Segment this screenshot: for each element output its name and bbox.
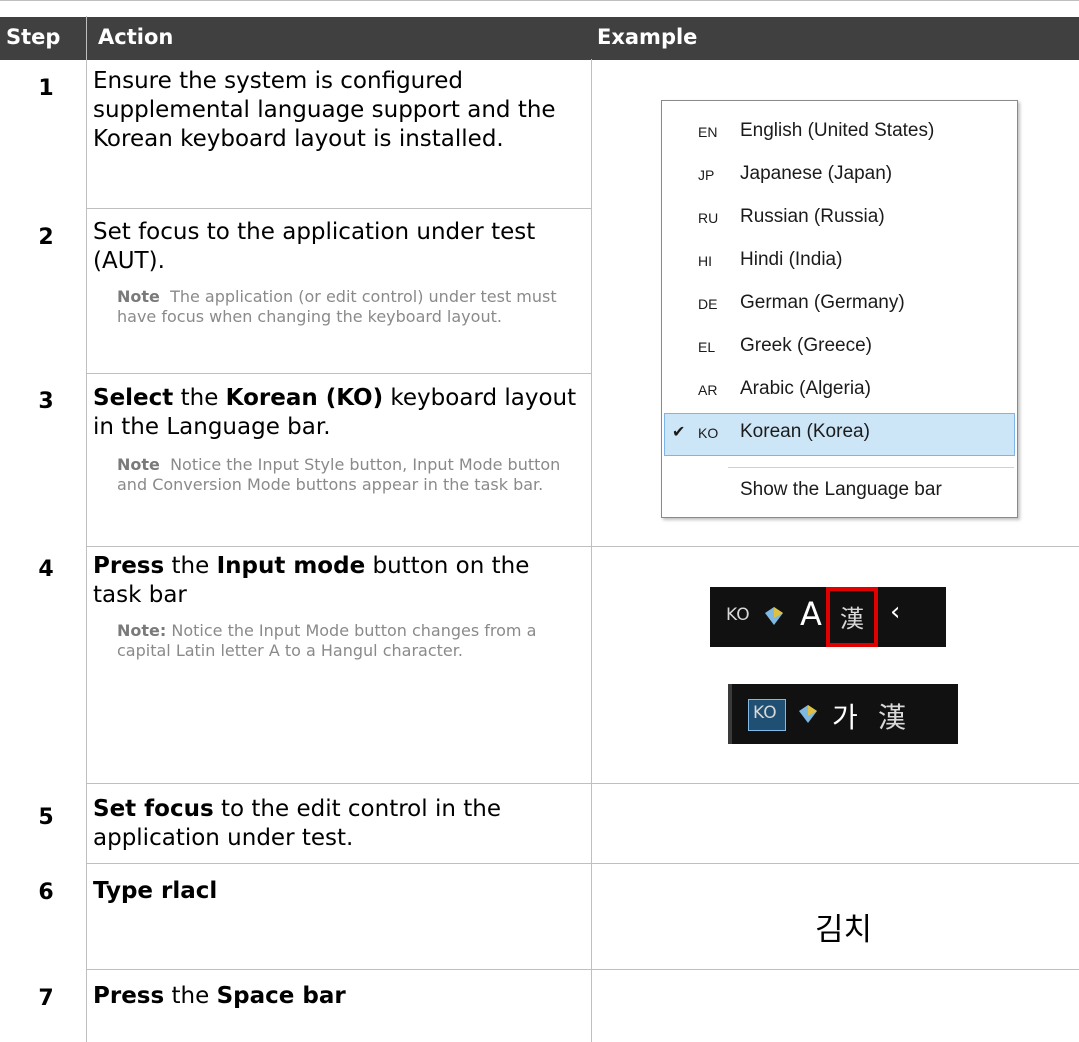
step-number: 7 <box>38 986 54 1011</box>
step-action: Set focus to the edit control in the app… <box>93 795 583 853</box>
input-mode-button[interactable]: 가 <box>832 696 858 736</box>
step-action: Press the Space bar <box>93 982 583 1011</box>
language-label: Korean (Korea) <box>740 421 870 442</box>
action-verb: Press <box>93 983 165 1009</box>
header-action: Action <box>98 25 174 49</box>
step-number: 4 <box>38 557 54 582</box>
action-verb: Set focus <box>93 796 214 822</box>
language-label: English (United States) <box>740 120 935 141</box>
header-example: Example <box>597 25 698 49</box>
example-hangul-text: 김치 <box>815 912 873 948</box>
column-divider-action <box>591 59 592 1042</box>
taskbar-after: KO 가 漢 <box>728 684 958 744</box>
action-verb: Select <box>93 385 174 411</box>
language-label: German (Germany) <box>740 292 905 313</box>
row-divider <box>86 208 591 209</box>
language-item-jp[interactable]: JP Japanese (Japan) <box>662 155 1017 198</box>
taskbar-edge <box>728 684 732 744</box>
input-style-icon[interactable] <box>762 604 786 628</box>
language-code-indicator[interactable]: KO <box>753 703 777 723</box>
step-action: Ensure the system is configured suppleme… <box>93 68 556 152</box>
language-item-el[interactable]: EL Greek (Greece) <box>662 327 1017 370</box>
language-code: AR <box>698 382 718 398</box>
step-number: 5 <box>38 805 54 830</box>
conversion-mode-button[interactable]: 漢 <box>878 696 906 736</box>
language-code: DE <box>698 296 718 312</box>
chevron-left-icon[interactable]: ‹ <box>890 597 900 627</box>
step-note: Note Notice the Input Style button, Inpu… <box>117 455 577 495</box>
row-divider <box>86 546 1079 547</box>
step-action: Press the Input mode button on the task … <box>93 552 583 610</box>
language-code: EN <box>698 124 718 140</box>
header-step: Step <box>6 25 61 49</box>
step-number: 1 <box>38 76 54 101</box>
menu-separator <box>728 467 1014 468</box>
language-label: Russian (Russia) <box>740 206 885 227</box>
language-label: Arabic (Algeria) <box>740 378 871 399</box>
step-note: Note The application (or edit control) u… <box>117 287 577 327</box>
show-language-bar-label: Show the Language bar <box>740 479 942 500</box>
check-icon: ✔ <box>672 424 686 441</box>
language-item-en[interactable]: EN English (United States) <box>662 112 1017 155</box>
language-code-indicator[interactable]: KO <box>726 605 750 625</box>
action-term: Korean (KO) <box>225 385 384 411</box>
note-label: Note <box>117 287 160 306</box>
language-code: JP <box>698 167 715 183</box>
language-item-hi[interactable]: HI Hindi (India) <box>662 241 1017 284</box>
show-language-bar-item[interactable]: Show the Language bar <box>662 471 1017 514</box>
language-menu: EN English (United States) JP Japanese (… <box>661 100 1018 518</box>
language-code: KO <box>698 425 719 441</box>
row-divider <box>86 373 591 374</box>
table-header: Step Action Example <box>0 0 1079 68</box>
column-divider-step <box>86 16 87 1042</box>
step-number: 6 <box>38 880 54 905</box>
action-term: Input mode <box>216 553 366 579</box>
action-text: the <box>164 983 217 1009</box>
step-action: Type rlacl <box>93 878 218 904</box>
language-code: RU <box>698 210 719 226</box>
note-text: The application (or edit control) under … <box>117 287 557 326</box>
note-text: Notice the Input Mode button changes fro… <box>117 621 537 660</box>
language-label: Greek (Greece) <box>740 335 872 356</box>
row-divider <box>86 969 1079 970</box>
step-note: Note: Notice the Input Mode button chang… <box>117 621 577 661</box>
note-text: Notice the Input Style button, Input Mod… <box>117 455 561 494</box>
step-action: Select the Korean (KO) keyboard layout i… <box>93 384 583 442</box>
row-divider <box>86 863 1079 864</box>
language-item-ar[interactable]: AR Arabic (Algeria) <box>662 370 1017 413</box>
input-mode-button[interactable]: A <box>800 595 822 633</box>
action-term: Space bar <box>216 983 346 1009</box>
step-number: 3 <box>38 389 54 414</box>
highlight-box <box>826 587 878 647</box>
language-code: HI <box>698 253 712 269</box>
action-verb: Press <box>93 553 165 579</box>
language-item-ru[interactable]: RU Russian (Russia) <box>662 198 1017 241</box>
language-item-de[interactable]: DE German (Germany) <box>662 284 1017 327</box>
language-label: Japanese (Japan) <box>740 163 893 184</box>
language-code: EL <box>698 339 716 355</box>
step-action: Set focus to the application under test … <box>93 219 536 274</box>
row-divider <box>86 783 1079 784</box>
note-label: Note: <box>117 621 167 640</box>
language-item-ko[interactable]: ✔ KO Korean (Korea) <box>662 413 1017 456</box>
action-text: the <box>173 385 226 411</box>
step-number: 2 <box>38 225 54 250</box>
note-label: Note <box>117 455 160 474</box>
input-style-icon[interactable] <box>796 702 820 726</box>
taskbar-before: KO A 漢 ‹ <box>710 587 946 647</box>
language-label: Hindi (India) <box>740 249 843 270</box>
action-text: the <box>164 553 217 579</box>
